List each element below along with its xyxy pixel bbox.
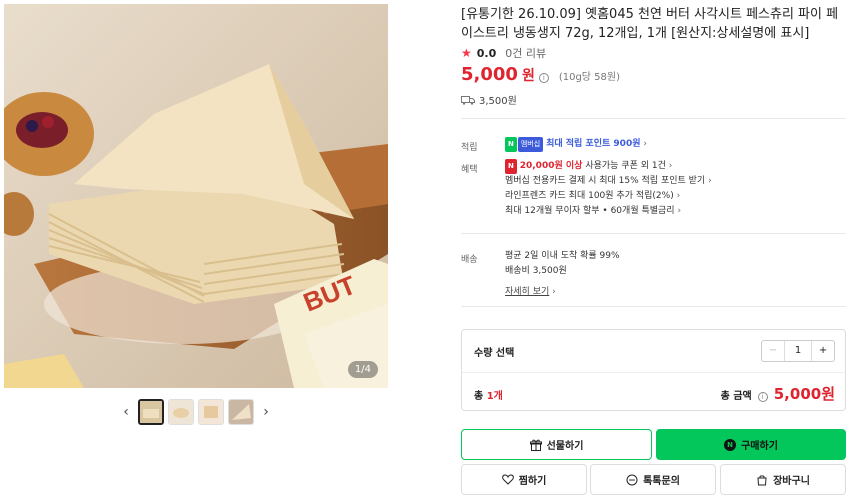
heart-icon	[501, 474, 514, 485]
delivery-info: 평균 2일 이내 도착 확률 99% 배송비 3,500원 자세히 보기 ›	[505, 249, 620, 300]
talk-label: 톡톡문의	[643, 476, 680, 487]
installment-link[interactable]: 최대 12개월 무이자 할부 • 60개월 특별금리 ›	[505, 204, 712, 219]
quantity-header: 수량 선택	[474, 348, 515, 359]
benefit-label: 혜택	[461, 165, 478, 175]
truck-icon	[461, 95, 475, 105]
price-row: 5,000 원 i (10g당 58원)	[461, 64, 620, 85]
coupon-text: 사용가능 쿠폰 외 1건	[585, 161, 666, 171]
chevron-right-icon: ›	[676, 191, 681, 201]
unit-price: (10g당 58원)	[558, 72, 621, 83]
buy-label: 구매하기	[741, 441, 778, 452]
quantity-panel: 수량 선택 − 1 + 총 1개 총 금액 i 5,000원	[461, 329, 846, 411]
decrease-button[interactable]: −	[762, 341, 784, 361]
total-amount-value: 5,000원	[773, 385, 835, 403]
line-card-text: 라인프렌즈 카드 최대 100원 추가 적립(2%)	[505, 191, 674, 201]
installment-text: 최대 12개월 무이자 할부 • 60개월 특별금리	[505, 206, 675, 216]
info-icon[interactable]: i	[538, 73, 549, 83]
quantity-stepper: − 1 +	[761, 340, 835, 362]
thumbnail-strip: ‹ ›	[118, 397, 274, 427]
gift-label: 선물하기	[546, 441, 584, 452]
divider	[461, 306, 846, 307]
cart-button[interactable]: 장바구니	[720, 464, 846, 495]
delivery-label: 배송	[461, 255, 478, 265]
thumbnail-image	[229, 400, 253, 424]
thumbnail-image	[199, 400, 223, 424]
points-label: 적립	[461, 143, 478, 153]
chevron-right-icon: ›	[643, 139, 647, 149]
naver-badge-icon: N	[505, 137, 517, 152]
line-card-link[interactable]: 라인프렌즈 카드 최대 100원 추가 적립(2%) ›	[505, 189, 712, 204]
thumbnail-2[interactable]	[168, 399, 194, 425]
naver-pay-icon: N	[724, 438, 737, 451]
thumbnail-1[interactable]	[138, 399, 164, 425]
increase-button[interactable]: +	[812, 341, 834, 361]
review-count-link[interactable]: 0건 리뷰	[505, 45, 546, 61]
benefit-list: N 20,000원 이상 사용가능 쿠폰 외 1건 › 멤버십 전용카드 결제 …	[505, 159, 712, 219]
product-title: [유통기한 26.10.09] 옛홈045 천연 버터 사각시트 페스츄리 파이…	[461, 7, 839, 41]
thumbnail-4[interactable]	[228, 399, 254, 425]
coupon-badge-icon: N	[505, 159, 517, 174]
gift-button[interactable]: 선물하기	[461, 429, 652, 460]
delivery-more-text: 자세히 보기	[505, 287, 550, 297]
cart-label: 장바구니	[773, 476, 810, 487]
talk-inquiry-button[interactable]: 톡톡문의	[590, 464, 716, 495]
thumbnail-3[interactable]	[198, 399, 224, 425]
price-amount: 5,000	[461, 64, 518, 85]
membership-badge: 멤버십	[517, 137, 544, 152]
coupon-link[interactable]: N 20,000원 이상 사용가능 쿠폰 외 1건 ›	[505, 159, 712, 174]
buy-button[interactable]: N 구매하기	[656, 429, 846, 460]
thumbnail-image	[169, 400, 193, 424]
delivery-eta: 평균 2일 이내 도착 확률 99%	[505, 251, 620, 261]
delivery-fee: 배송비 3,500원	[505, 266, 567, 276]
total-amount-label: 총 금액	[720, 391, 752, 402]
chevron-right-icon: ›	[552, 287, 556, 297]
chevron-right-icon: ›	[677, 206, 682, 216]
image-counter: 1/4	[347, 361, 378, 378]
quantity-input[interactable]: 1	[783, 341, 813, 361]
wish-button[interactable]: 찜하기	[461, 464, 587, 495]
divider	[461, 118, 846, 119]
points-text: 최대 적립 포인트 900원	[546, 139, 641, 149]
chat-icon	[626, 474, 638, 485]
coupon-highlight: 20,000원 이상	[519, 161, 583, 171]
points-row[interactable]: N 멤버십 최대 적립 포인트 900원 ›	[505, 137, 647, 152]
card-benefit-text: 멤버십 전용카드 결제 시 최대 15% 적립 포인트 받기	[505, 176, 706, 186]
divider	[462, 372, 845, 373]
pastry-photo: BUT	[4, 4, 388, 388]
shipping-row: 3,500원	[461, 92, 517, 107]
shipping-fee: 3,500원	[479, 96, 517, 107]
chevron-right-icon: ›	[708, 176, 712, 186]
next-image-button[interactable]: ›	[258, 404, 274, 420]
divider	[461, 233, 846, 234]
price-currency: 원	[521, 68, 535, 84]
rating-row: ★ 0.0 0건 리뷰	[461, 45, 546, 61]
rating-score: 0.0	[476, 46, 497, 60]
wish-label: 찜하기	[518, 476, 547, 487]
star-icon: ★	[461, 46, 472, 60]
product-main-image[interactable]: BUT 1/4	[4, 4, 388, 388]
gift-icon	[529, 439, 542, 451]
card-benefit-link[interactable]: 멤버십 전용카드 결제 시 최대 15% 적립 포인트 받기 ›	[505, 174, 712, 189]
total-amount: 총 금액 i 5,000원	[721, 383, 835, 404]
thumbnail-image	[140, 401, 162, 423]
delivery-more-link[interactable]: 자세히 보기 ›	[505, 285, 620, 300]
info-icon[interactable]: i	[757, 392, 768, 402]
total-count-value: 1개	[486, 391, 503, 402]
total-count: 총 1개	[474, 387, 503, 402]
shopping-bag-icon	[757, 474, 767, 485]
total-prefix: 총	[474, 391, 484, 402]
prev-image-button[interactable]: ‹	[118, 404, 134, 420]
chevron-right-icon: ›	[668, 161, 673, 171]
